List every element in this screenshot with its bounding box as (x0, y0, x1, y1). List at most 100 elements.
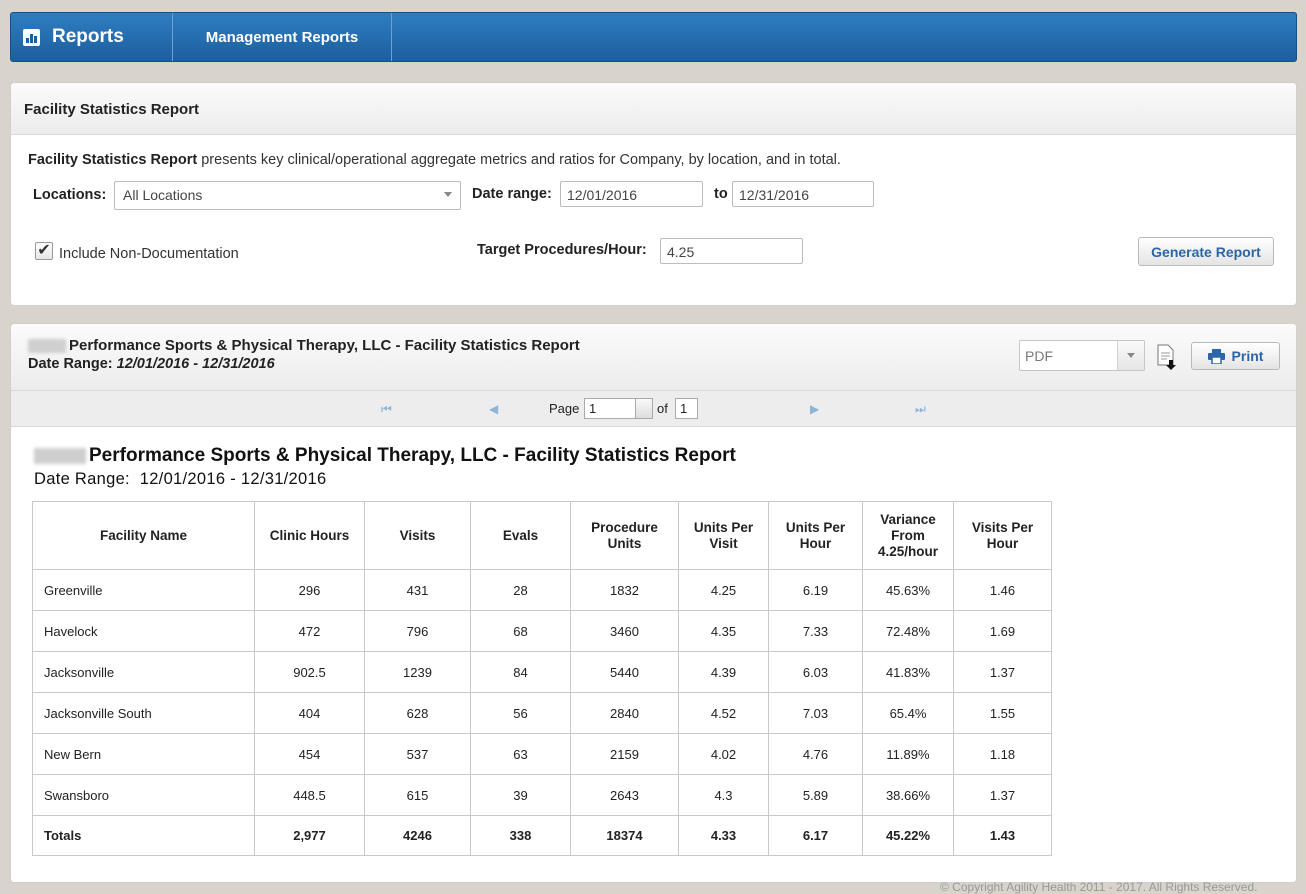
table-cell: 56 (470, 692, 571, 734)
generate-report-button[interactable]: Generate Report (1138, 237, 1274, 266)
table-cell: 454 (254, 733, 365, 775)
table-cell: 68 (470, 610, 571, 652)
chevron-down-icon (635, 399, 652, 418)
report-description: Facility Statistics Report presents key … (28, 152, 841, 168)
date-to-label: to (714, 186, 728, 202)
redacted-company-name (28, 339, 66, 354)
criteria-panel-title: Facility Statistics Report (11, 83, 1296, 135)
column-header-line: Variance (880, 511, 936, 527)
table-cell: 431 (364, 569, 471, 611)
table-cell: 796 (364, 610, 471, 652)
table-cell: 39 (470, 774, 571, 816)
bar-chart-icon (23, 28, 40, 46)
export-download-icon[interactable] (1156, 344, 1178, 370)
column-header-line: From (891, 527, 925, 543)
report-title: Performance Sports & Physical Therapy, L… (34, 445, 736, 467)
locations-select-value: All Locations (123, 187, 203, 203)
target-procedures-input[interactable]: 4.25 (660, 238, 803, 264)
chevron-down-icon (444, 192, 452, 197)
last-page-icon[interactable]: ⏭ (915, 402, 926, 417)
table-cell: 5.89 (768, 774, 863, 816)
date-to-input[interactable]: 12/31/2016 (732, 181, 874, 207)
facility-name-cell: Swansboro (32, 774, 255, 816)
table-cell: 4.25 (678, 569, 769, 611)
page-total: 1 (675, 398, 698, 419)
previous-page-icon[interactable]: ◀ (489, 402, 498, 416)
table-cell: 1.18 (953, 733, 1052, 775)
table-cell: 6.03 (768, 651, 863, 693)
page-of-label: of (657, 401, 668, 416)
column-header-line: Units (607, 535, 642, 551)
report-viewer-header: Performance Sports & Physical Therapy, L… (11, 324, 1296, 391)
table-cell: 6.19 (768, 569, 863, 611)
totals-cell: 6.17 (768, 815, 863, 856)
table-cell: 4.02 (678, 733, 769, 775)
next-page-icon[interactable]: ▶ (810, 402, 819, 416)
totals-cell: 338 (470, 815, 571, 856)
table-cell: 3460 (570, 610, 679, 652)
report-date-range-label: Date Range: (34, 470, 130, 488)
column-header-line: 4.25/hour (877, 543, 939, 559)
column-header-line: Visits Per (971, 519, 1034, 535)
print-button[interactable]: Print (1191, 342, 1280, 370)
column-header: Clinic Hours (254, 501, 365, 570)
table-cell: 63 (470, 733, 571, 775)
export-format-value: PDF (1025, 348, 1053, 364)
table-cell: 4.52 (678, 692, 769, 734)
include-non-documentation-checkbox[interactable]: ✔ (35, 242, 53, 260)
facility-name-cell: Jacksonville South (32, 692, 255, 734)
table-cell: 1832 (570, 569, 679, 611)
table-cell: 472 (254, 610, 365, 652)
column-header-line: Clinic Hours (269, 527, 350, 543)
table-cell: 1.55 (953, 692, 1052, 734)
include-non-documentation-label: Include Non-Documentation (59, 246, 239, 262)
column-header-line: Visit (709, 535, 738, 551)
viewer-date-range: Date Range: 12/01/2016 - 12/31/2016 (28, 356, 275, 372)
export-format-select[interactable]: PDF (1019, 340, 1145, 371)
table-cell: 628 (364, 692, 471, 734)
nav-brand-reports[interactable]: Reports (11, 13, 173, 61)
totals-cell: 4.33 (678, 815, 769, 856)
facility-statistics-table: Facility Name Clinic Hours Visits Evals Proc… (32, 501, 1052, 856)
table-header-row: Facility Name Clinic Hours Visits Evals Proc… (32, 501, 1052, 570)
table-cell: 537 (364, 733, 471, 775)
table-cell: 2643 (570, 774, 679, 816)
column-header: Evals (470, 501, 571, 570)
viewer-title-text: Performance Sports & Physical Therapy, L… (69, 337, 580, 354)
table-cell: 41.83% (862, 651, 954, 693)
page-select[interactable]: 1 (584, 398, 653, 419)
first-page-icon[interactable]: ⏮ (381, 402, 392, 417)
column-header: Visits (364, 501, 471, 570)
column-header-line: Units Per (693, 519, 754, 535)
column-header: Variance From 4.25/hour (862, 501, 954, 570)
table-cell: 4.3 (678, 774, 769, 816)
table-cell: 28 (470, 569, 571, 611)
table-cell: 45.63% (862, 569, 954, 611)
table-row: Jacksonville South 404 628 56 2840 4.52 7.03 65… (32, 692, 1052, 734)
table-cell: 72.48% (862, 610, 954, 652)
column-header-line: Units Per (785, 519, 846, 535)
nav-brand-label: Reports (52, 26, 124, 47)
nav-item-management-reports[interactable]: Management Reports (173, 13, 392, 61)
facility-name-cell: Havelock (32, 610, 255, 652)
target-procedures-label: Target Procedures/Hour: (477, 242, 647, 258)
totals-cell: 2,977 (254, 815, 365, 856)
table-cell: 448.5 (254, 774, 365, 816)
column-header-line: Hour (986, 535, 1019, 551)
table-cell: 4.76 (768, 733, 863, 775)
locations-select[interactable]: All Locations (114, 181, 461, 210)
totals-cell: 1.43 (953, 815, 1052, 856)
table-cell: 1.69 (953, 610, 1052, 652)
viewer-title: Performance Sports & Physical Therapy, L… (28, 337, 580, 354)
column-header-line: Hour (799, 535, 832, 551)
column-header: Visits Per Hour (953, 501, 1052, 570)
viewer-date-range-value: 12/01/2016 - 12/31/2016 (116, 356, 275, 372)
table-cell: 1.37 (953, 774, 1052, 816)
table-cell: 11.89% (862, 733, 954, 775)
report-pager-toolbar: ⏮ ◀ Page 1 of 1 ▶ ⏭ (11, 391, 1296, 427)
table-cell: 296 (254, 569, 365, 611)
table-cell: 4.35 (678, 610, 769, 652)
date-from-input[interactable]: 12/01/2016 (560, 181, 703, 207)
report-viewer-panel: Performance Sports & Physical Therapy, L… (10, 323, 1297, 883)
report-title-text: Performance Sports & Physical Therapy, L… (89, 445, 736, 466)
